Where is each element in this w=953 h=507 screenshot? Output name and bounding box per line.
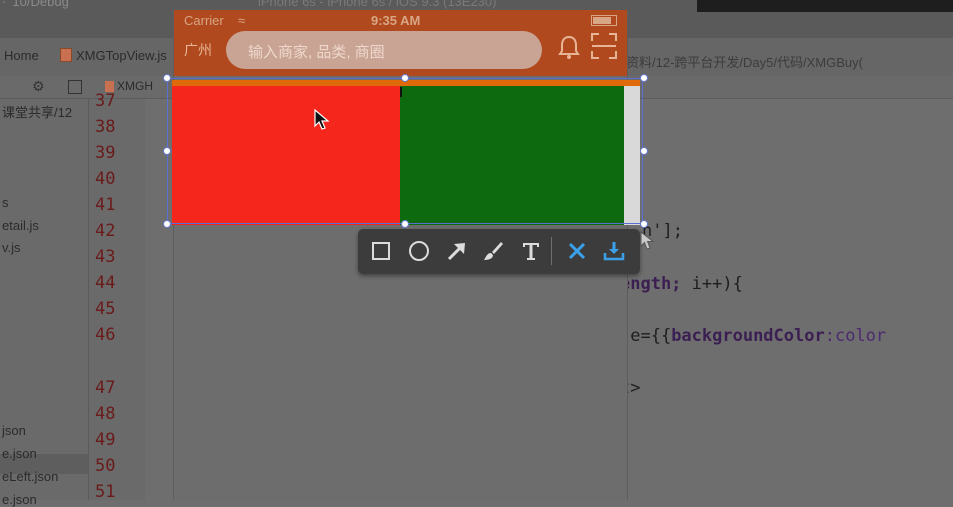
resize-handle-left[interactable] [163, 147, 171, 155]
arrow-tool-button[interactable] [444, 238, 470, 264]
line-number: 46 [95, 325, 116, 345]
code-line-44: ength; i++){ [620, 274, 743, 294]
search-placeholder: 输入商家, 品类, 商圈 [248, 44, 385, 61]
sidebar-item[interactable]: json [2, 423, 26, 438]
code-line-46: .e={{backgroundColor:color [620, 326, 886, 346]
save-button[interactable] [601, 238, 627, 264]
line-number: 49 [95, 430, 116, 450]
text-tool-button[interactable] [518, 238, 544, 264]
split-view-icon[interactable] [68, 80, 82, 94]
phone-navbar: Carrier ≈ 9:35 AM 广州 输入商家, 品类, 商圈 [174, 10, 627, 76]
line-number-gutter: 37 38 39 40 41 42 43 44 45 46 47 48 49 5… [89, 91, 145, 502]
line-number: 48 [95, 404, 116, 424]
line-number: 39 [95, 143, 116, 163]
line-number: 44 [95, 273, 116, 293]
sidebar-item[interactable]: 课堂共享/12 [2, 102, 72, 121]
battery-icon [591, 15, 617, 26]
code-token: backgroundColor [671, 326, 825, 346]
rectangle-tool-button[interactable] [368, 238, 394, 264]
resize-handle-bottom-left[interactable] [163, 220, 171, 228]
scan-icon[interactable] [590, 32, 618, 60]
project-sidebar: 课堂共享/12 s etail.js v.js json e.json eLef… [0, 99, 89, 507]
resize-handle-bottom-right[interactable] [640, 220, 648, 228]
download-icon [603, 242, 625, 261]
gear-icon[interactable]: ⚙ [32, 78, 45, 95]
toolbar-divider [551, 237, 552, 265]
wifi-icon: ≈ [238, 13, 246, 28]
ellipse-tool-button[interactable] [406, 238, 432, 264]
arrow-icon [447, 243, 465, 261]
resize-handle-right[interactable] [640, 147, 648, 155]
cancel-button[interactable] [564, 238, 590, 264]
ide-title-mid: iPhone 6s - iPhone 6s / iOS 9.3 (13E230) [258, 0, 497, 9]
mouse-cursor-icon [640, 231, 655, 250]
code-token: :color [824, 326, 887, 346]
brush-icon [484, 242, 503, 260]
ellipse-icon [409, 241, 429, 261]
bell-icon[interactable] [558, 34, 580, 60]
sidebar-item[interactable]: s [2, 195, 9, 210]
tab-file-label: XMGH [117, 79, 153, 93]
line-number: 41 [95, 195, 116, 215]
line-number: 43 [95, 247, 116, 267]
search-bar[interactable]: 输入商家, 品类, 商圈 [226, 31, 542, 69]
line-number: 38 [95, 117, 116, 137]
rectangle-icon [372, 242, 390, 260]
breadcrumb-file[interactable]: XMGTopView.js [60, 48, 167, 63]
text-icon [523, 243, 539, 260]
breadcrumb-home[interactable]: Home [4, 48, 39, 63]
close-icon [568, 242, 586, 260]
status-time: 9:35 AM [371, 13, 421, 28]
line-number: 51 [95, 482, 116, 502]
mouse-cursor-icon [314, 109, 330, 130]
resize-handle-top-left[interactable] [163, 74, 171, 82]
code-token: ength; [620, 274, 682, 294]
line-number: 40 [95, 169, 116, 189]
resize-handle-bottom[interactable] [401, 220, 409, 228]
line-number: 42 [95, 221, 116, 241]
screenshot-toolbar [358, 229, 640, 274]
js-file-icon [60, 48, 72, 62]
sidebar-item[interactable]: etail.js [2, 218, 39, 233]
sidebar-item[interactable]: v.js [2, 240, 21, 255]
breadcrumb-file-label: XMGTopView.js [76, 48, 167, 63]
line-number: 37 [95, 91, 116, 111]
ide-dark-strip [697, 0, 953, 12]
line-number: 45 [95, 299, 116, 319]
code-token: i++){ [681, 274, 743, 294]
resize-handle-top-right[interactable] [640, 74, 648, 82]
sidebar-item[interactable]: eLeft.json [2, 469, 58, 484]
selection-border[interactable] [167, 78, 643, 224]
carrier-label: Carrier [184, 13, 224, 28]
brush-tool-button[interactable] [480, 238, 506, 264]
city-selector[interactable]: 广州 [184, 40, 212, 60]
resize-handle-top[interactable] [401, 74, 409, 82]
sidebar-item[interactable]: e.json [2, 446, 37, 461]
ide-title-left: ·' 10/Debug [2, 0, 69, 9]
breadcrumb-path: 资料/12-跨平台开发/Day5/代码/XMGBuy( [626, 55, 863, 70]
line-number: 50 [95, 456, 116, 476]
line-number: 47 [95, 378, 116, 398]
